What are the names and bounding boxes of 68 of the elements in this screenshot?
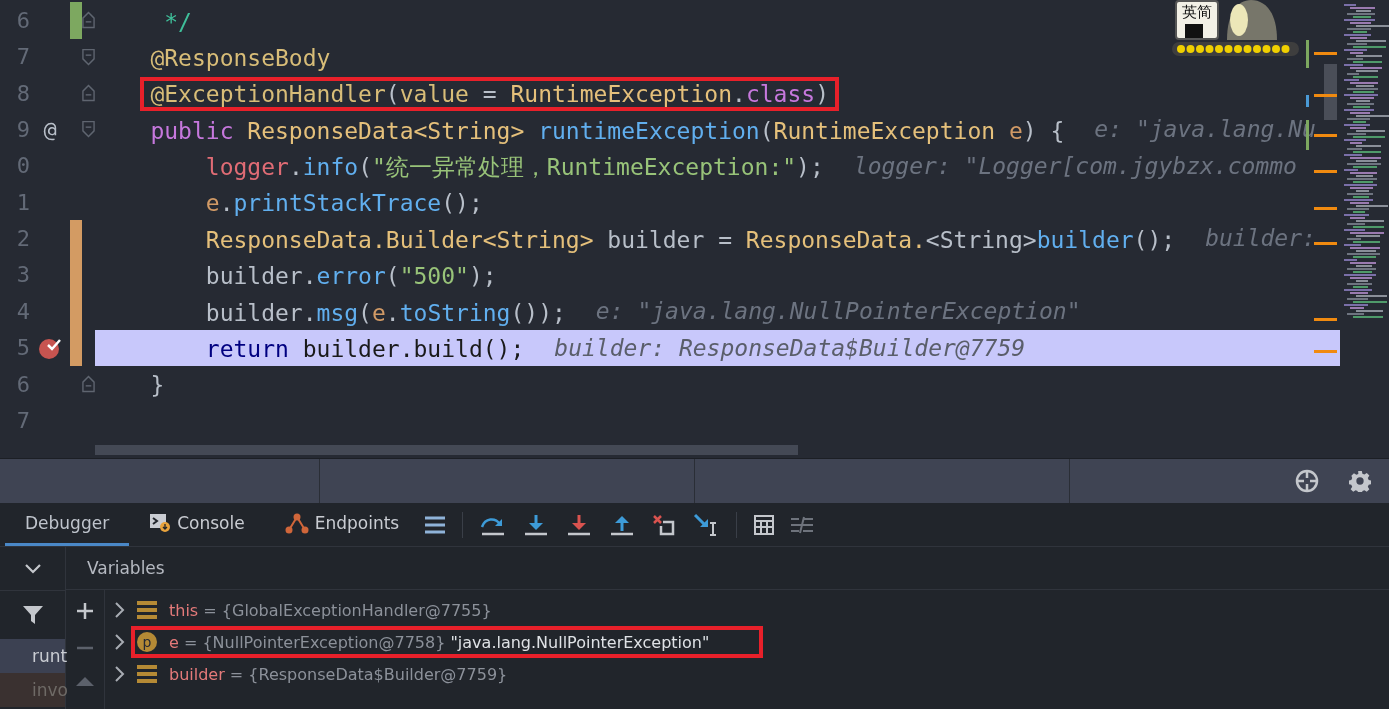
chevron-right-icon[interactable] [115,666,125,682]
down-arrow-icon[interactable] [566,513,593,536]
chevron-right-icon[interactable] [115,634,125,650]
settings-icon[interactable] [1349,470,1371,492]
variable-row[interactable]: p e = {NullPointerException@7758} "java.lang.NullPointerException" [131,626,764,658]
line-number: 4 [15,298,30,324]
frame-drop-icon[interactable] [652,513,677,536]
inline-value-hint: e: "java.lang.NullPointerException" [595,298,1081,325]
up-triangle-icon[interactable] [76,676,94,686]
horizontal-scrollbar[interactable] [95,445,798,455]
add-icon[interactable] [76,602,94,620]
tab[interactable]: Console [129,503,265,546]
chevron-right-icon[interactable] [115,602,125,618]
variable-row[interactable]: builder = {ResponseData$Builder@7759} [131,658,562,690]
change-marker[interactable] [70,329,82,366]
field-icon [137,665,157,683]
change-marker[interactable] [70,2,82,39]
code-line: ResponseData.Builder<String> builder = ResponseData.<String>builder(); [204,225,1177,255]
panel-title: Variables [87,558,165,578]
tab[interactable]: Endpoints [264,503,420,546]
code-line: builder.msg(e.toString()); [204,298,567,328]
line-number: 7 [15,44,30,70]
override-mark[interactable]: @ [43,116,57,142]
field-icon [137,601,157,619]
variable-text: this = {GlobalExceptionHandler@7755} [169,600,492,620]
code-line: } [149,371,166,401]
change-marker[interactable] [70,220,82,257]
line-number: 0 [15,153,30,179]
locate-icon[interactable] [1295,469,1319,493]
list-icon[interactable] [425,515,446,534]
inline-value-hint: builder: [1205,225,1316,252]
code-line: return builder.build(); [204,335,526,364]
line-number: 7 [15,408,30,433]
inline-value-hint: builder: ResponseData$Builder@7759 [554,334,1026,361]
line-number: 9 [15,116,30,142]
variable-text: builder = {ResponseData$Builder@7759} [169,664,508,684]
up-arrow-icon[interactable] [609,513,636,536]
frame-item[interactable]: runt [0,639,65,673]
console-icon [149,513,172,533]
calculator-icon[interactable] [754,514,775,535]
code-line: e.printStackTrace(); [204,189,484,219]
fold-icon[interactable] [82,11,95,30]
code-line: builder.error("500"); [204,262,498,292]
line-number: 8 [15,80,30,106]
variable-text: e = {NullPointerException@7758} "java.lang.NullPointerException" [169,632,710,652]
fold-icon[interactable] [82,47,95,66]
ime-toolbar-drawing[interactable] [1171,0,1301,58]
chevron-down-icon[interactable] [24,563,41,574]
trace-icon[interactable] [791,515,814,534]
parameter-icon: p [137,632,157,652]
endpoints-icon [284,512,309,534]
code-line: */ [163,7,193,37]
variable-row[interactable]: this = {GlobalExceptionHandler@7755} [131,594,546,626]
fold-icon[interactable] [82,375,95,394]
line-number: 6 [15,371,30,397]
fold-icon[interactable] [82,120,95,139]
code-line: @ResponseBody [149,43,332,73]
filter-icon[interactable] [22,605,43,625]
line-number: 2 [15,226,30,252]
code-line: logger.info("统一异常处理，RuntimeException:"); [204,153,825,183]
fold-icon[interactable] [82,84,95,103]
line-number: 1 [15,189,30,215]
line-number: 5 [15,335,30,361]
code-line: public ResponseData<String> runtimeException(RuntimeException e) { [149,116,1066,146]
line-number: 6 [15,7,30,33]
line-number: 3 [15,262,30,288]
down-arrow-icon[interactable] [523,513,550,536]
inline-value-hint: logger: "Logger[com.jgybzx.commo [853,152,1297,179]
